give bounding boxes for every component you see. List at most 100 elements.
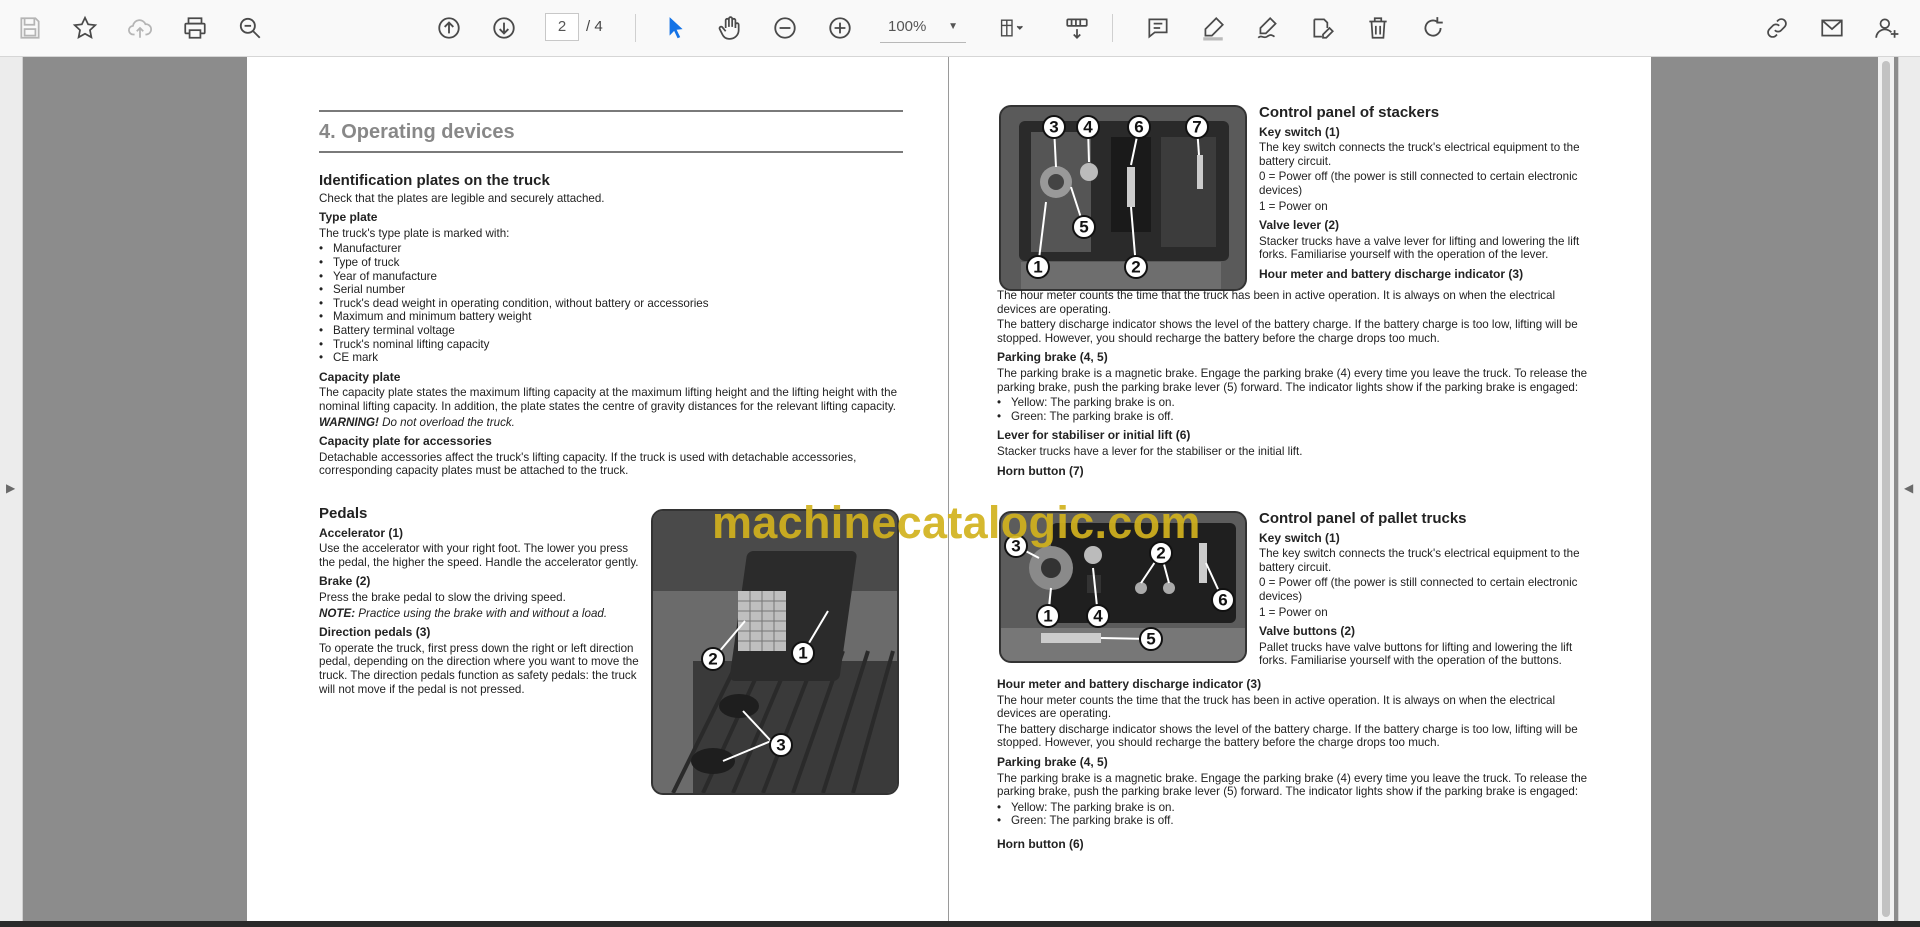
page-fit-icon[interactable] bbox=[989, 10, 1035, 46]
svg-text:5: 5 bbox=[1146, 630, 1155, 649]
subsection-title: Capacity plate bbox=[319, 369, 401, 384]
select-cursor-icon[interactable] bbox=[657, 10, 693, 46]
bullet-list: Yellow: The parking brake is on. Green: … bbox=[997, 396, 1595, 423]
expand-left-icon: ◀ bbox=[1904, 481, 1914, 495]
zoom-select[interactable]: 100% ▼ bbox=[880, 13, 966, 43]
warning-body: Do not overload the truck. bbox=[378, 415, 515, 429]
toolbar-divider bbox=[1112, 14, 1113, 42]
save-icon[interactable] bbox=[12, 10, 48, 46]
share-link-icon[interactable] bbox=[1759, 10, 1795, 46]
chevron-down-icon: ▼ bbox=[948, 21, 958, 32]
subsection-title: Capacity plate for accessories bbox=[319, 434, 492, 449]
photo-callout: 7 bbox=[1185, 115, 1209, 139]
paragraph: Press the brake pedal to slow the drivin… bbox=[319, 590, 566, 604]
subsection-title: Parking brake (4, 5) bbox=[997, 754, 1108, 769]
svg-text:7: 7 bbox=[1192, 118, 1201, 137]
subsection-title: Lever for stabiliser or initial lift (6) bbox=[997, 428, 1191, 443]
vertical-scrollbar[interactable] bbox=[1878, 57, 1894, 921]
edit-text-icon[interactable] bbox=[1305, 10, 1341, 46]
paragraph: The hour meter counts the time that the … bbox=[997, 289, 1556, 316]
list-item: Battery terminal voltage bbox=[319, 324, 905, 338]
section-title: Identification plates on the truck bbox=[319, 172, 550, 189]
rotate-redo-icon[interactable] bbox=[1415, 10, 1451, 46]
paragraph: Detachable accessories affect the truck'… bbox=[319, 450, 857, 478]
paragraph: The key switch connects the truck's elec… bbox=[1259, 141, 1580, 168]
photo-callout: 3 bbox=[1042, 115, 1066, 139]
photo-callout: 4 bbox=[1076, 115, 1100, 139]
svg-text:1: 1 bbox=[1043, 607, 1052, 626]
list-item: Year of manufacture bbox=[319, 270, 905, 284]
page-total: / 4 bbox=[586, 18, 603, 35]
paragraph: Pallet trucks have valve buttons for lif… bbox=[1259, 640, 1573, 668]
list-item: Type of truck bbox=[319, 256, 905, 270]
paragraph: The key switch connects the truck's elec… bbox=[1259, 547, 1580, 574]
subsection-title: Valve buttons (2) bbox=[1259, 624, 1356, 639]
previous-page-icon[interactable] bbox=[431, 10, 467, 46]
email-envelope-icon[interactable] bbox=[1814, 10, 1850, 46]
scroll-mode-icon[interactable] bbox=[1059, 10, 1095, 46]
paragraph: 1 = Power on bbox=[1259, 199, 1328, 213]
svg-text:4: 4 bbox=[1093, 607, 1103, 626]
photo-callout: 4 bbox=[1086, 604, 1110, 628]
svg-text:1: 1 bbox=[1033, 258, 1042, 277]
subsection-title: Direction pedals (3) bbox=[319, 625, 431, 640]
stackers-continued-block: The hour meter counts the time that the … bbox=[997, 289, 1595, 480]
subsection-title: Accelerator (1) bbox=[319, 525, 404, 540]
list-item: Green: The parking brake is off. bbox=[997, 814, 1595, 828]
svg-text:6: 6 bbox=[1134, 118, 1143, 137]
warning-label: WARNING! bbox=[319, 415, 379, 429]
pedals-text-block: Pedals Accelerator (1) Use the accelerat… bbox=[319, 501, 645, 698]
photo-callout: 6 bbox=[1127, 115, 1151, 139]
bullet-list: Yellow: The parking brake is on. Green: … bbox=[997, 801, 1595, 828]
toolbar-divider bbox=[635, 14, 636, 42]
pdf-page-left: 4. Operating devices Identification plat… bbox=[247, 57, 948, 921]
document-viewer[interactable]: ▶ 4. Operating devices Identification pl… bbox=[0, 57, 1920, 921]
comment-icon[interactable] bbox=[1140, 10, 1176, 46]
zoom-in-icon[interactable] bbox=[822, 10, 858, 46]
print-icon[interactable] bbox=[177, 10, 213, 46]
cloud-upload-icon[interactable] bbox=[122, 10, 158, 46]
subsection-title: Type plate bbox=[319, 210, 378, 225]
watermark-text: machinecatalogic.com bbox=[712, 497, 1201, 548]
scrollbar-thumb[interactable] bbox=[1882, 61, 1890, 917]
paragraph: The capacity plate states the maximum li… bbox=[319, 386, 898, 413]
subsection-title: Hour meter and battery discharge indicat… bbox=[997, 677, 1262, 691]
zoom-value: 100% bbox=[888, 18, 927, 35]
note-body: Practice using the brake with and withou… bbox=[355, 606, 608, 620]
page-number-input[interactable]: 2 bbox=[545, 13, 579, 41]
photo-callout: 1 bbox=[791, 641, 815, 665]
subsection-title: Hour meter and battery discharge indicat… bbox=[1259, 266, 1524, 281]
paragraph: The parking brake is a magnetic brake. E… bbox=[997, 771, 1588, 799]
left-panel-toggle[interactable]: ▶ bbox=[0, 57, 23, 921]
paragraph: 0 = Power off (the power is still connec… bbox=[1259, 170, 1578, 197]
subsection-title: Horn button (6) bbox=[997, 836, 1084, 851]
paragraph: The truck's type plate is marked with: bbox=[319, 226, 510, 240]
right-panel-toggle[interactable]: ◀ bbox=[1898, 57, 1920, 921]
svg-text:5: 5 bbox=[1079, 218, 1088, 237]
highlight-pen-icon[interactable] bbox=[1195, 10, 1231, 46]
svg-text:3: 3 bbox=[1049, 118, 1058, 137]
stacker-control-panel-photo: 3 4 6 7 5 1 2 bbox=[999, 105, 1247, 291]
bookmark-star-icon[interactable] bbox=[67, 10, 103, 46]
subsection-title: Key switch (1) bbox=[1259, 124, 1340, 139]
delete-trash-icon[interactable] bbox=[1360, 10, 1396, 46]
draw-signature-icon[interactable] bbox=[1250, 10, 1286, 46]
hand-pan-icon[interactable] bbox=[712, 10, 748, 46]
subsection-title: Brake (2) bbox=[319, 574, 371, 589]
zoom-out-icon[interactable] bbox=[767, 10, 803, 46]
paragraph: The hour meter counts the time that the … bbox=[997, 693, 1556, 721]
list-item: CE mark bbox=[319, 351, 905, 365]
paragraph: Use the accelerator with your right foot… bbox=[319, 542, 639, 569]
next-page-icon[interactable] bbox=[486, 10, 522, 46]
note-text: NOTE: Practice using the brake with and … bbox=[319, 607, 645, 621]
add-user-icon[interactable] bbox=[1869, 10, 1905, 46]
list-item: Yellow: The parking brake is on. bbox=[997, 396, 1595, 410]
svg-text:4: 4 bbox=[1083, 118, 1093, 137]
zoom-search-icon[interactable] bbox=[232, 10, 268, 46]
warning-text: WARNING! Do not overload the truck. bbox=[319, 416, 905, 430]
photo-callout: 2 bbox=[701, 647, 725, 671]
photo-callout: 1 bbox=[1026, 255, 1050, 279]
list-item: Maximum and minimum battery weight bbox=[319, 310, 905, 324]
stackers-text-block: Control panel of stackers Key switch (1)… bbox=[1259, 100, 1594, 284]
bullet-list: Manufacturer Type of truck Year of manuf… bbox=[319, 242, 905, 364]
